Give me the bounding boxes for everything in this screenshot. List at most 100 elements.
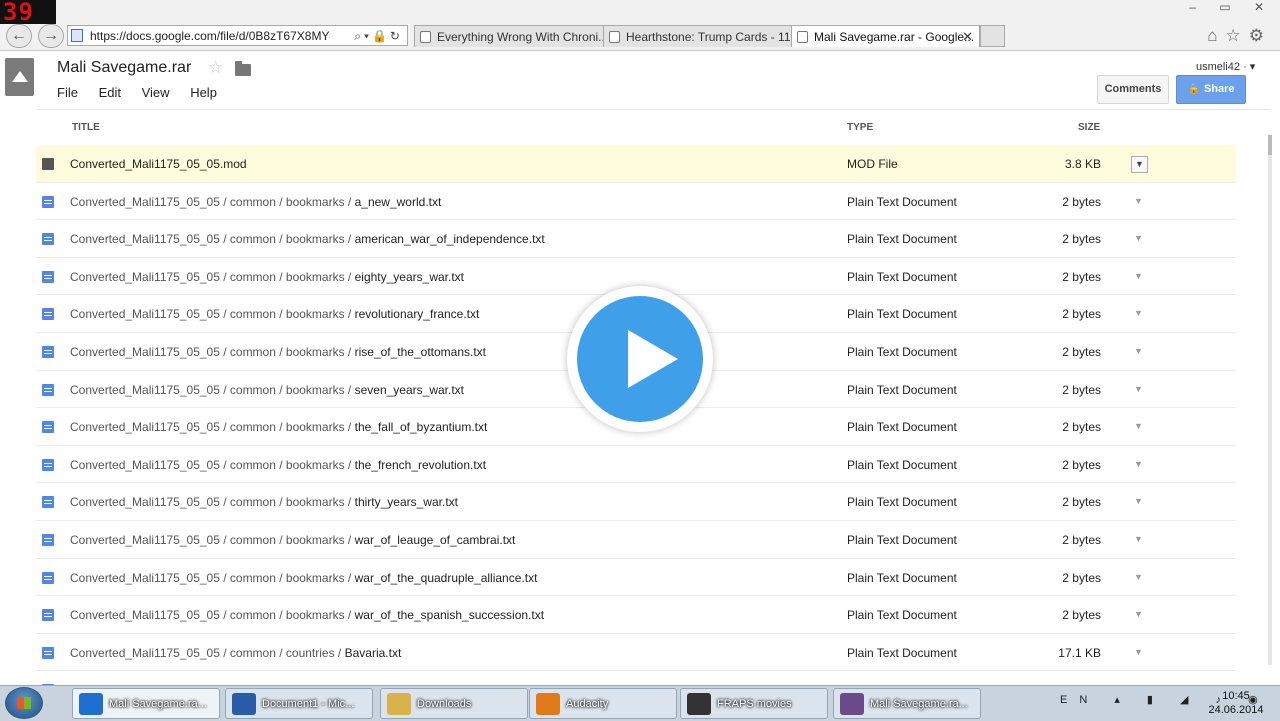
- tab-1[interactable]: Everything Wrong With Chroni...: [414, 25, 604, 47]
- account-name: usmeli42: [1196, 61, 1241, 73]
- row-menu-chevron-down-icon[interactable]: ▼: [1131, 231, 1146, 246]
- taskbar-item[interactable]: Audacity: [529, 688, 677, 719]
- file-name[interactable]: Converted_Mali1175_05_05 / common / book…: [70, 420, 487, 434]
- browser-chrome: 39 – ▭ ✕ ← → https://docs.google.com/fil…: [0, 0, 1280, 51]
- window-controls[interactable]: – ▭ ✕: [1189, 0, 1274, 14]
- menu-view[interactable]: View: [142, 85, 170, 100]
- app-icon: [79, 693, 103, 715]
- menu-edit[interactable]: Edit: [99, 85, 121, 100]
- file-row[interactable]: Converted_Mali1175_05_05 / common / book…: [36, 596, 1236, 634]
- text-document-icon: [42, 233, 54, 246]
- file-size: 2 bytes: [1062, 420, 1101, 435]
- tab-2[interactable]: Hearthstone: Trump Cards - 11...: [603, 25, 792, 47]
- taskbar-item[interactable]: Downloads: [380, 688, 528, 719]
- file-name[interactable]: Converted_Mali1175_05_05 / common / book…: [70, 345, 486, 359]
- file-type: Plain Text Document: [847, 532, 957, 547]
- file-name[interactable]: Converted_Mali1175_05_05 / common / book…: [70, 495, 458, 509]
- taskbar-item[interactable]: FRAPS movies: [680, 688, 828, 719]
- row-menu-chevron-down-icon[interactable]: ▼: [1131, 607, 1146, 622]
- home-icon[interactable]: ⌂: [1207, 26, 1225, 45]
- comments-button[interactable]: Comments: [1097, 75, 1169, 104]
- column-title[interactable]: TITLE: [72, 122, 100, 133]
- column-size[interactable]: SIZE: [1078, 122, 1100, 133]
- back-button[interactable]: ←: [6, 24, 32, 48]
- row-menu-chevron-down-icon[interactable]: ▼: [1131, 570, 1146, 585]
- file-row[interactable]: Converted_Mali1175_05_05 / common / book…: [36, 446, 1236, 484]
- row-menu-chevron-down-icon[interactable]: ▼: [1131, 156, 1148, 173]
- file-path: Converted_Mali1175_05_05 / common / book…: [70, 495, 355, 510]
- text-document-icon: [42, 345, 54, 358]
- row-menu-chevron-down-icon[interactable]: ▼: [1131, 382, 1146, 397]
- forward-button[interactable]: →: [38, 24, 64, 48]
- new-tab-button[interactable]: [980, 25, 1005, 47]
- row-menu-chevron-down-icon[interactable]: ▼: [1131, 344, 1146, 359]
- menu-help[interactable]: Help: [190, 85, 217, 100]
- row-menu-chevron-down-icon[interactable]: ▼: [1131, 457, 1146, 472]
- taskbar-item[interactable]: Document1 - Mic...: [225, 688, 373, 719]
- taskbar: Mali Savegame.ra... Document1 - Mic... Dow…: [0, 685, 1280, 721]
- address-bar[interactable]: https://docs.google.com/file/d/0B8zT67X8…: [67, 25, 408, 46]
- tab-3-active[interactable]: Mali Savegame.rar - Google... ✕: [791, 25, 980, 47]
- file-name[interactable]: Converted_Mali1175_05_05 / common / book…: [70, 571, 537, 585]
- star-icon[interactable]: ☆: [208, 58, 223, 78]
- folder-icon[interactable]: [235, 61, 251, 76]
- file-name[interactable]: Converted_Mali1175_05_05 / common / book…: [70, 270, 464, 284]
- row-menu-chevron-down-icon[interactable]: ▼: [1131, 419, 1146, 434]
- file-basename: thirty_years_war.txt: [354, 495, 458, 510]
- share-button[interactable]: 🔒 Share: [1176, 75, 1246, 104]
- star-icon[interactable]: ☆: [1226, 26, 1249, 45]
- file-size: 2 bytes: [1062, 232, 1101, 247]
- clock-time: 10:45: [1222, 690, 1250, 702]
- file-name[interactable]: Converted_Mali1175_05_05 / common / book…: [70, 195, 441, 209]
- file-name[interactable]: Converted_Mali1175_05_05 / common / book…: [70, 232, 545, 246]
- file-name[interactable]: Converted_Mali1175_05_05 / common / book…: [70, 458, 486, 472]
- play-icon: [628, 330, 678, 388]
- file-name[interactable]: Converted_Mali1175_05_05 / common / book…: [70, 383, 464, 397]
- row-menu-chevron-down-icon[interactable]: ▼: [1131, 306, 1146, 321]
- file-basename: a_new_world.txt: [354, 194, 442, 209]
- address-bar-icons[interactable]: ⌕▾🔒↻: [354, 26, 403, 47]
- file-row[interactable]: Converted_Mali1175_05_05 / common / book…: [36, 220, 1236, 258]
- account-menu[interactable]: usmeli42 · ▾: [1196, 60, 1255, 73]
- file-row[interactable]: Converted_Mali1175_05_05 / common / book…: [36, 521, 1236, 559]
- menu-file[interactable]: File: [57, 85, 78, 100]
- taskbar-label: Audacity: [566, 698, 609, 710]
- file-row[interactable]: Converted_Mali1175_05_05.mod MOD File 3.8 …: [36, 145, 1236, 183]
- settings-icon[interactable]: ⚙: [1249, 26, 1272, 45]
- file-basename: Converted_Mali1175_05_05.mod: [70, 157, 247, 171]
- url-text[interactable]: https://docs.google.com/file/d/0B8zT67X8…: [90, 26, 330, 47]
- start-button[interactable]: [5, 687, 43, 719]
- clock[interactable]: 10:45 24.06.2014: [1205, 689, 1267, 717]
- drive-logo-icon[interactable]: [5, 58, 34, 96]
- file-path: Converted_Mali1175_05_05 / common / book…: [70, 532, 355, 547]
- file-row[interactable]: Converted_Mali1175_05_05 / common / book…: [36, 183, 1236, 221]
- file-name[interactable]: Converted_Mali1175_05_05.mod: [70, 157, 247, 171]
- file-row[interactable]: Converted_Mali1175_05_05 / common / book…: [36, 483, 1236, 521]
- file-basename: Bavaria.txt: [344, 645, 402, 660]
- file-name[interactable]: Converted_Mali1175_05_05 / common / coun…: [70, 646, 401, 660]
- file-type: Plain Text Document: [847, 344, 957, 359]
- taskbar-label: Mali Savegame.ra...: [109, 698, 207, 710]
- play-button[interactable]: [567, 286, 713, 432]
- row-menu-chevron-down-icon[interactable]: ▼: [1131, 532, 1146, 547]
- close-tab-icon[interactable]: ✕: [962, 26, 973, 47]
- row-menu-chevron-down-icon[interactable]: ▼: [1131, 494, 1146, 509]
- browser-toolbar-icons[interactable]: ⌂☆⚙: [1207, 26, 1272, 46]
- taskbar-item[interactable]: Mali Savegame.ra...: [72, 688, 220, 719]
- row-menu-chevron-down-icon[interactable]: ▼: [1131, 194, 1146, 209]
- file-name[interactable]: Converted_Mali1175_05_05 / common / book…: [70, 533, 515, 547]
- file-row[interactable]: Converted_Mali1175_05_05 / common / book…: [36, 559, 1236, 597]
- file-row[interactable]: Converted_Mali1175_05_05 / common / coun…: [36, 634, 1236, 672]
- taskbar-item[interactable]: Mali Savegame.ra...: [833, 688, 981, 719]
- taskbar-label: FRAPS movies: [717, 698, 792, 710]
- row-menu-chevron-down-icon[interactable]: ▼: [1131, 269, 1146, 284]
- column-type[interactable]: TYPE: [847, 122, 873, 133]
- file-name[interactable]: Converted_Mali1175_05_05 / common / book…: [70, 608, 544, 622]
- row-menu-chevron-down-icon[interactable]: ▼: [1131, 645, 1146, 660]
- file-type: Plain Text Document: [847, 457, 957, 472]
- document-title[interactable]: Mali Savegame.rar: [57, 59, 191, 77]
- language-indicator[interactable]: EN: [1060, 694, 1099, 706]
- scrollbar[interactable]: [1268, 135, 1272, 665]
- file-name[interactable]: Converted_Mali1175_05_05 / common / book…: [70, 307, 479, 321]
- file-path: Converted_Mali1175_05_05 / common / book…: [70, 232, 355, 247]
